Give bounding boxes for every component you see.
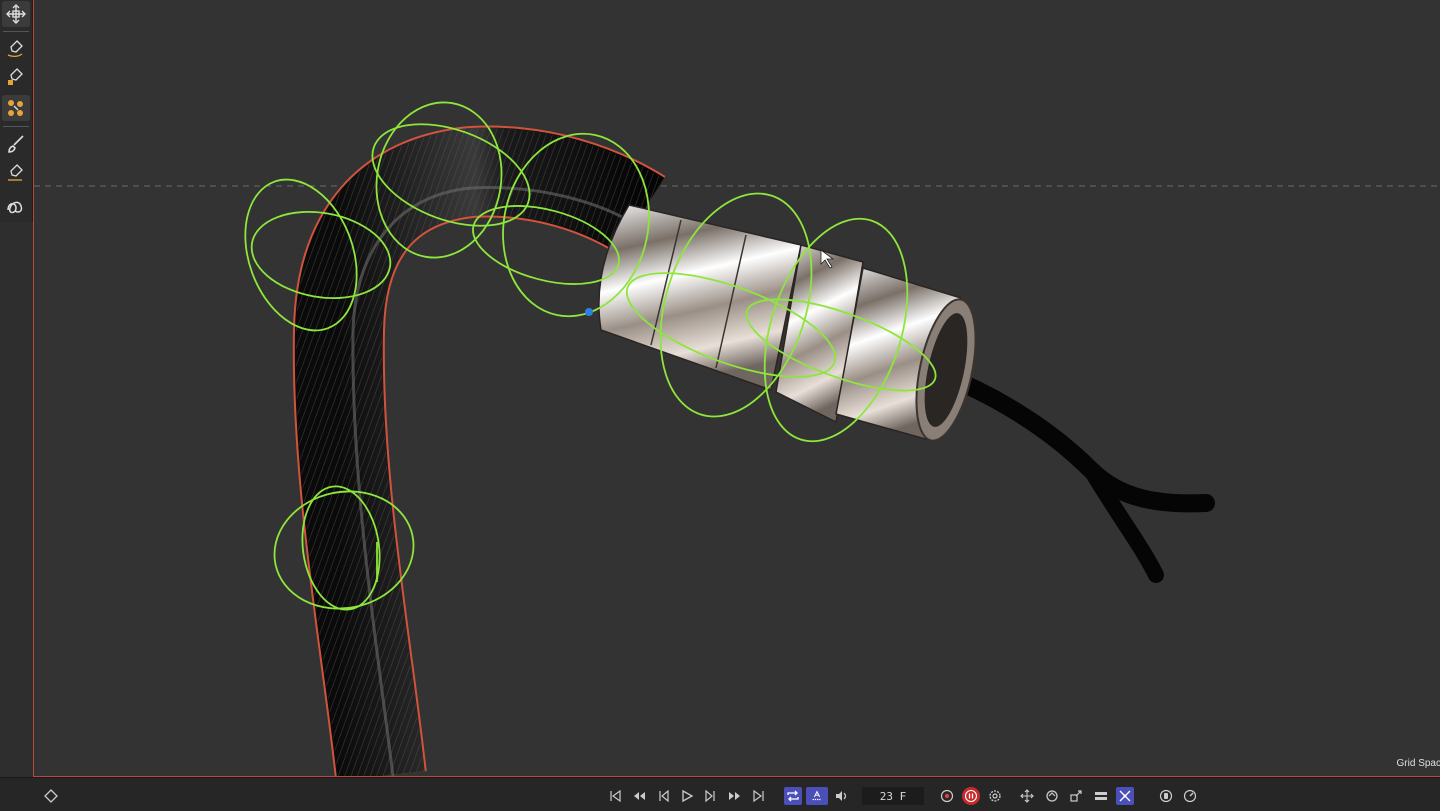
pen-icon[interactable]: [2, 159, 30, 185]
layers-icon[interactable]: [1092, 787, 1110, 805]
transport-bar: 23 F: [0, 777, 1440, 811]
grid-spacing-label: Grid Spac: [1396, 758, 1440, 769]
left-toolbar: [0, 0, 33, 222]
go-to-start-icon[interactable]: [606, 787, 624, 805]
scale-key-icon[interactable]: [1067, 787, 1085, 805]
brush-icon[interactable]: [2, 131, 30, 157]
hose-mesh: [292, 125, 666, 776]
speed-icon[interactable]: [1181, 787, 1199, 805]
pen-curve-icon[interactable]: [2, 35, 30, 61]
move-key-icon[interactable]: [1018, 787, 1036, 805]
audio-icon[interactable]: [832, 787, 850, 805]
frame-input[interactable]: 23 F: [862, 787, 924, 805]
step-forward-icon[interactable]: [702, 787, 720, 805]
step-back-icon[interactable]: [654, 787, 672, 805]
settings-icon[interactable]: [986, 787, 1004, 805]
play-icon[interactable]: [678, 787, 696, 805]
rotate-key-icon[interactable]: [1043, 787, 1061, 805]
scene-render[interactable]: [34, 0, 1440, 776]
capture-icon[interactable]: [1157, 787, 1175, 805]
pivot-point: [585, 308, 593, 316]
transform-icon[interactable]: [2, 1, 30, 27]
next-key-icon[interactable]: [726, 787, 744, 805]
auto-key-icon[interactable]: [806, 787, 828, 805]
record-icon[interactable]: [938, 787, 956, 805]
keyframe-diamond-icon[interactable]: [42, 787, 60, 805]
go-to-end-icon[interactable]: [750, 787, 768, 805]
magnet-icon[interactable]: [1116, 787, 1134, 805]
spring-icon[interactable]: [2, 193, 30, 219]
pause-record-icon[interactable]: [962, 787, 980, 805]
pen-multi-icon[interactable]: [2, 95, 30, 121]
metal-connector: [598, 204, 977, 442]
loop-icon[interactable]: [784, 787, 802, 805]
previous-key-icon[interactable]: [630, 787, 648, 805]
3d-viewport[interactable]: Grid Spac: [33, 0, 1440, 777]
pen-point-icon[interactable]: [2, 63, 30, 89]
